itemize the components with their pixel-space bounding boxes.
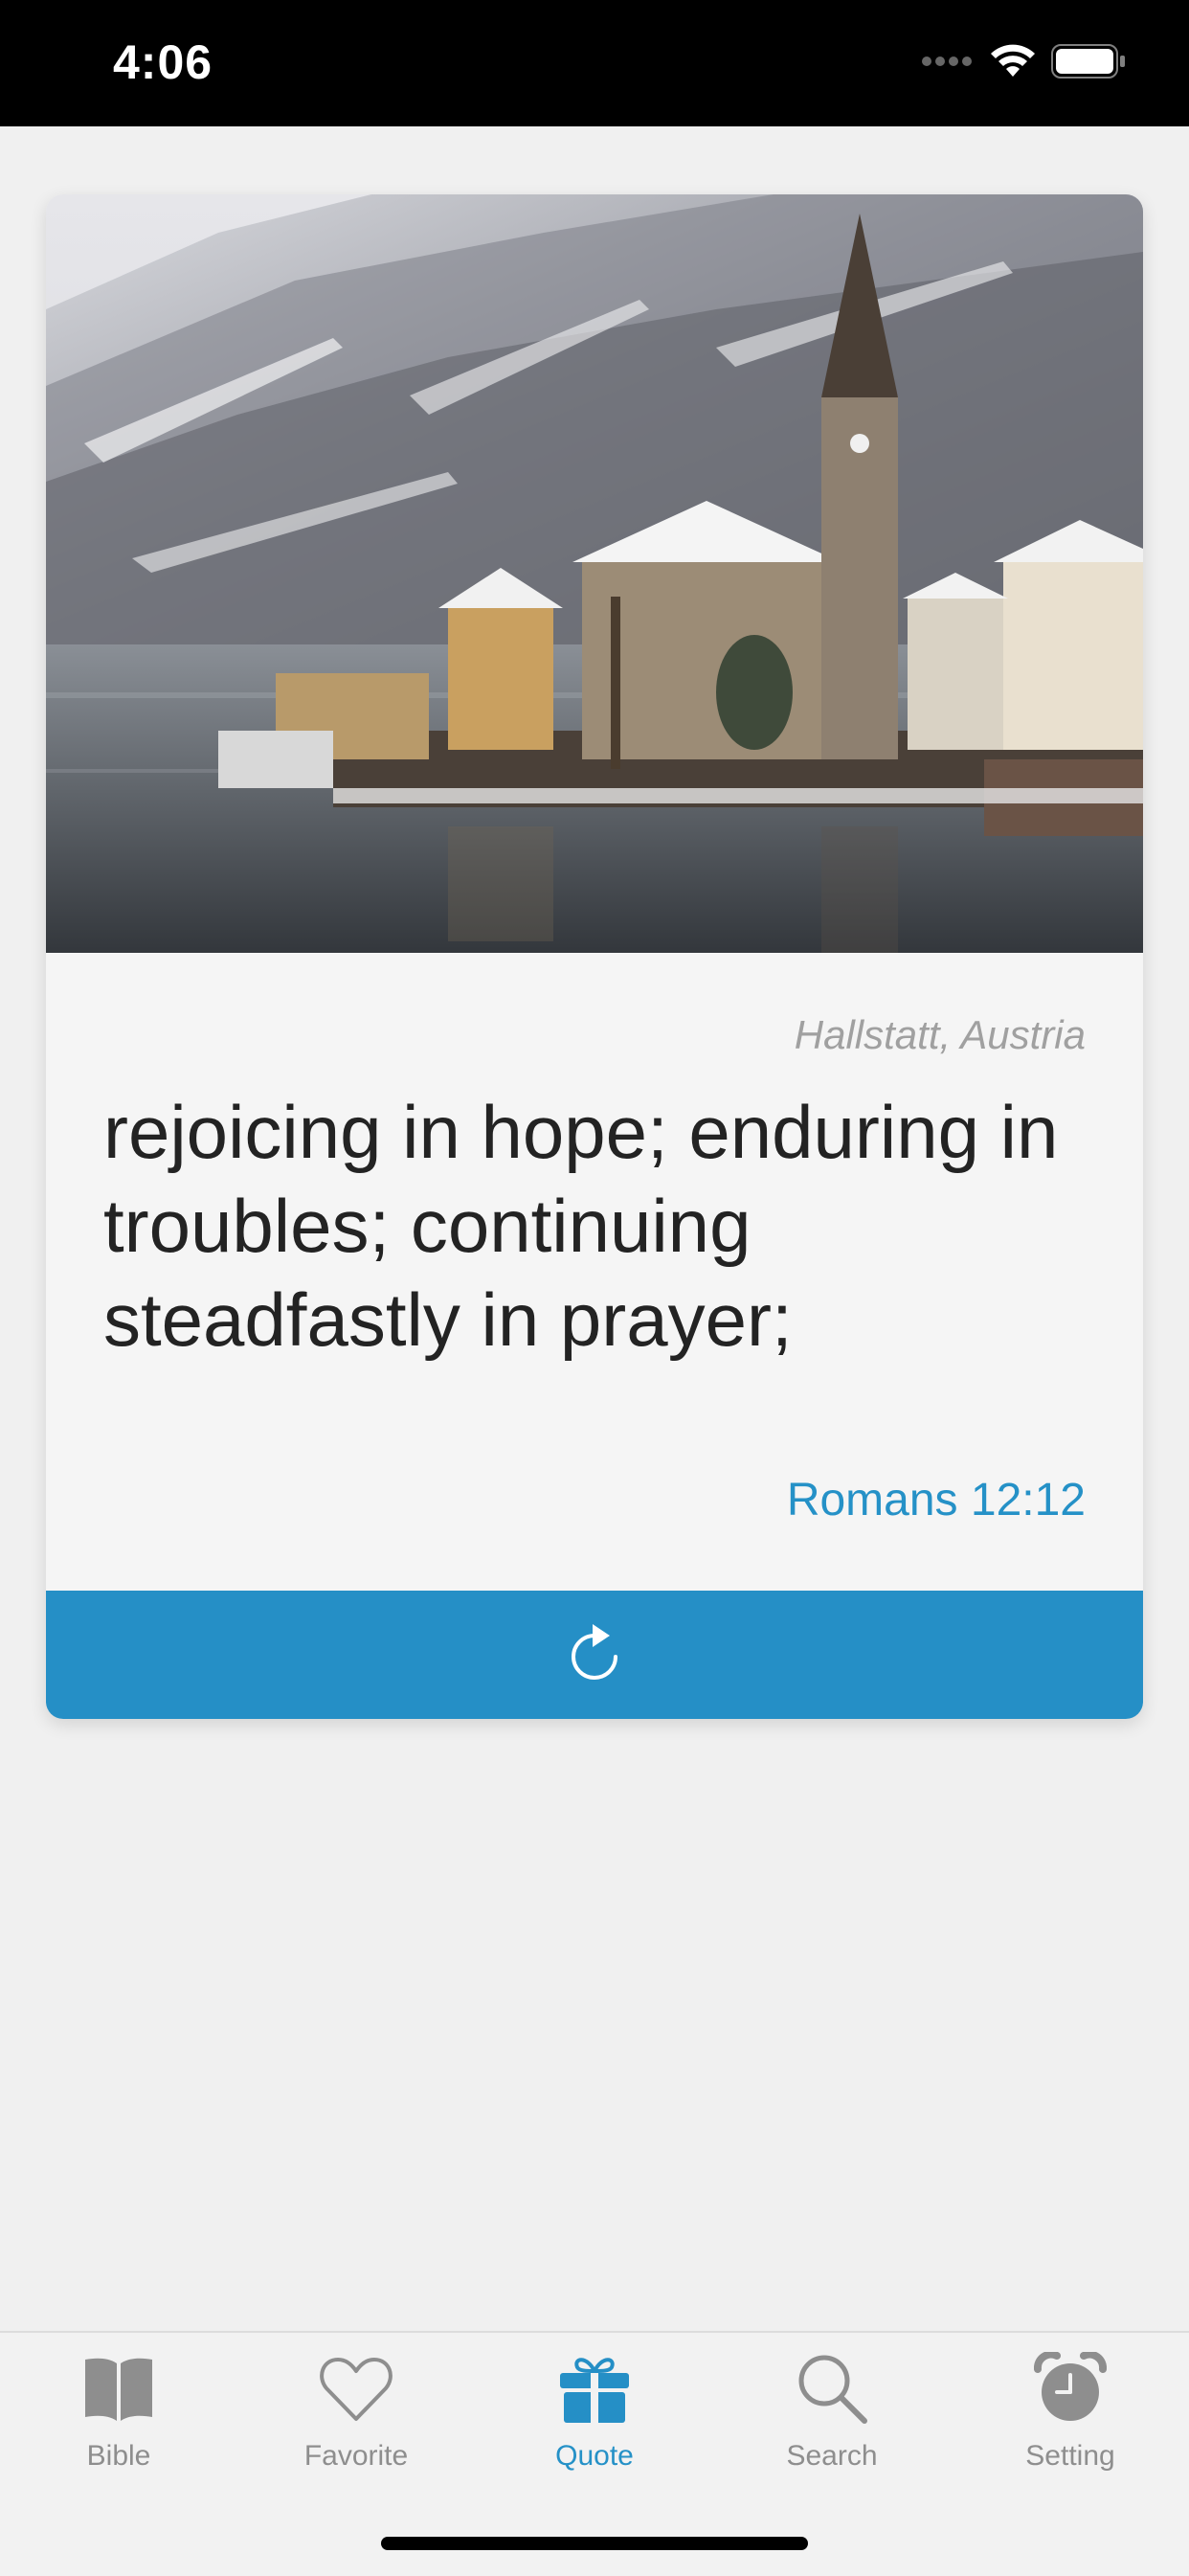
refresh-icon [566,1622,623,1688]
tab-setting[interactable]: Setting [952,2350,1189,2503]
home-indicator [381,2537,808,2550]
verse-text: rejoicing in hope; enduring in troubles;… [103,1090,1059,1362]
tab-label-setting: Setting [1025,2440,1115,2472]
tab-label-favorite: Favorite [303,2440,409,2472]
tab-label-quote: Quote [555,2440,634,2472]
heart-icon [318,2350,394,2427]
tab-bible[interactable]: Bible [0,2350,237,2503]
signal-icon [921,55,975,72]
status-time: 4:06 [113,35,213,89]
tab-label-bible: Bible [86,2440,151,2472]
status-icons [921,43,1126,83]
quote-card: Hallstatt, Austria rejoicing in hope; en… [46,194,1143,1719]
photo-location: Hallstatt, Austria [794,1012,1086,1057]
alarm-clock-icon [1032,2350,1109,2427]
refresh-button[interactable] [46,1591,1143,1719]
wifi-icon [990,44,1036,83]
tab-label-search: Search [786,2440,878,2472]
book-icon [80,2350,157,2427]
landscape-photo [46,194,1143,953]
tab-favorite[interactable]: Favorite [237,2350,475,2503]
gift-icon [556,2350,633,2427]
tab-quote[interactable]: Quote [476,2350,713,2503]
verse-reference[interactable]: Romans 12:12 [787,1474,1086,1526]
search-icon [794,2350,870,2427]
status-bar: 4:06 [0,0,1189,126]
tab-search[interactable]: Search [713,2350,951,2503]
battery-icon [1051,43,1126,83]
